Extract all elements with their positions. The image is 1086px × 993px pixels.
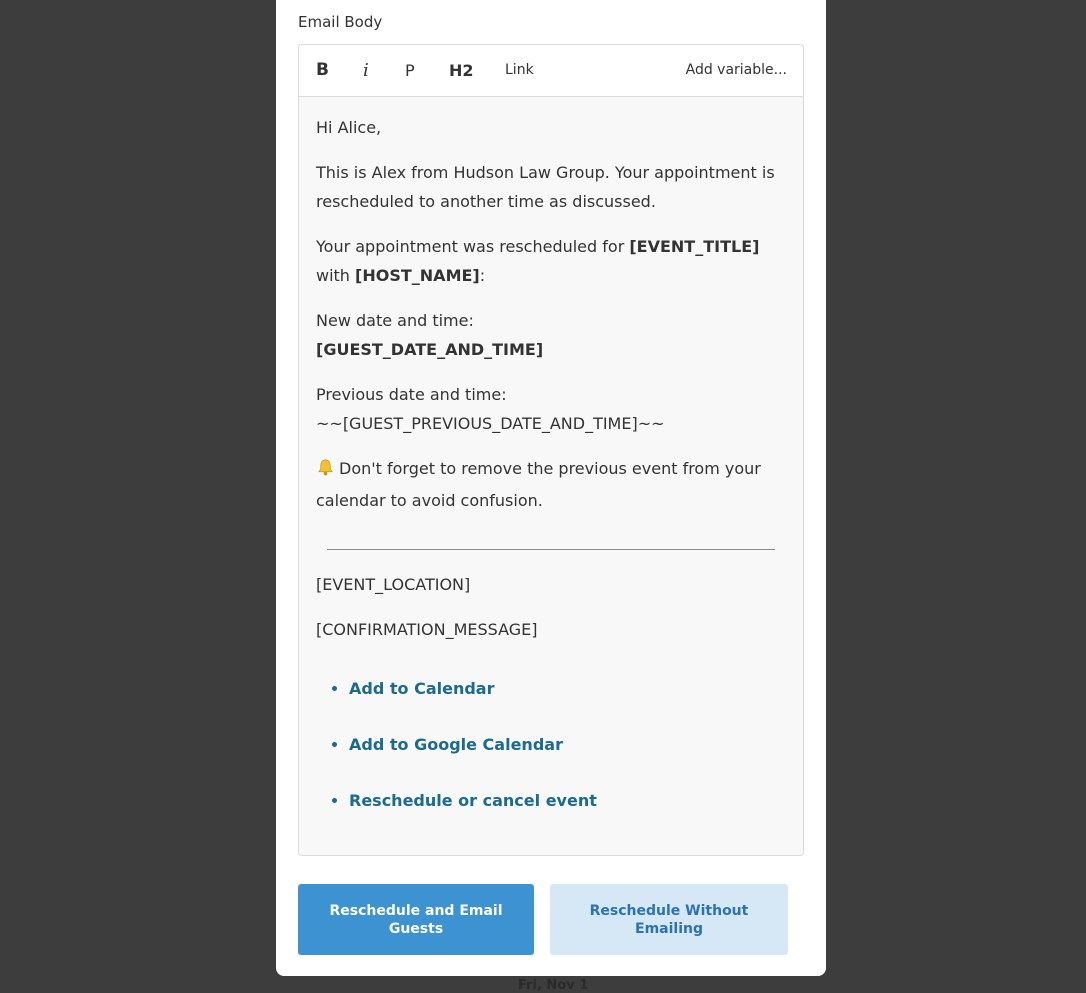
horizontal-divider — [327, 549, 775, 550]
rescheduled-prefix: Your appointment was rescheduled for — [316, 237, 625, 256]
link-button[interactable]: Link — [505, 45, 534, 96]
location-variable: [EVENT_LOCATION] — [316, 575, 471, 594]
rescheduled-text: Your appointment was rescheduled for [EV… — [316, 232, 786, 290]
action-links-list: Add to Calendar Add to Google Calendar R… — [316, 674, 786, 815]
reschedule-modal: Email Body B i P H2 Link Add variable...… — [276, 0, 826, 976]
with-word: with — [316, 266, 350, 285]
new-date-label: New date and time: — [316, 311, 474, 330]
bold-button[interactable]: B — [316, 45, 329, 96]
greeting-text: Hi Alice, — [316, 118, 382, 137]
paragraph-button[interactable]: P — [405, 45, 415, 96]
list-item: Reschedule or cancel event — [349, 786, 786, 815]
reschedule-and-email-button[interactable]: Reschedule and Email Guests — [298, 884, 534, 955]
add-to-google-calendar-link[interactable]: Add to Google Calendar — [349, 735, 563, 754]
heading-button[interactable]: H2 — [449, 45, 474, 96]
reschedule-or-cancel-link[interactable]: Reschedule or cancel event — [349, 791, 597, 810]
new-date-block: New date and time: [GUEST_DATE_AND_TIME] — [316, 306, 786, 364]
previous-date-label: Previous date and time: — [316, 385, 507, 404]
email-body-editor: B i P H2 Link Add variable... Hi Alice, … — [298, 44, 804, 856]
email-body-label: Email Body — [298, 13, 383, 31]
italic-button[interactable]: i — [363, 45, 369, 96]
event-title-variable: [EVENT_TITLE] — [629, 237, 760, 256]
list-item: Add to Calendar — [349, 674, 786, 703]
email-body-content[interactable]: Hi Alice, This is Alex from Hudson Law G… — [299, 97, 803, 855]
editor-toolbar: B i P H2 Link Add variable... — [299, 45, 803, 97]
intro-text: This is Alex from Hudson Law Group. Your… — [316, 163, 775, 211]
reminder-text-block: Don't forget to remove the previous even… — [316, 454, 786, 515]
reminder-text: Don't forget to remove the previous even… — [316, 459, 761, 510]
add-variable-dropdown[interactable]: Add variable... — [686, 45, 787, 96]
list-item: Add to Google Calendar — [349, 730, 786, 759]
confirmation-variable: [CONFIRMATION_MESSAGE] — [316, 620, 538, 639]
add-to-calendar-link[interactable]: Add to Calendar — [349, 679, 494, 698]
new-date-variable: [GUEST_DATE_AND_TIME] — [316, 340, 544, 359]
bell-icon — [316, 457, 335, 486]
previous-date-variable: ~~[GUEST_PREVIOUS_DATE_AND_TIME]~~ — [316, 414, 665, 433]
host-name-variable: [HOST_NAME] — [355, 266, 480, 285]
reschedule-without-emailing-button[interactable]: Reschedule Without Emailing — [550, 884, 788, 955]
previous-date-block: Previous date and time: ~~[GUEST_PREVIOU… — [316, 380, 786, 438]
colon-text: : — [479, 266, 486, 285]
